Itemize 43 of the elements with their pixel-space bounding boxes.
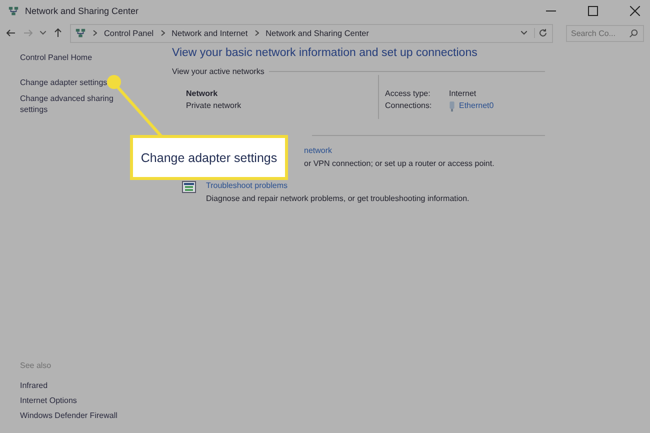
search-icon [629, 28, 638, 38]
see-also-link[interactable]: Windows Defender Firewall [20, 410, 152, 421]
network-icon [8, 6, 19, 16]
task-description: or VPN connection; or set up a router or access point. [304, 158, 494, 170]
caret-icon[interactable] [521, 31, 527, 35]
section-label: View your active networks [172, 67, 264, 76]
access-type-label: Access type: [385, 88, 432, 100]
sidebar-link[interactable]: Change adapter settings [20, 77, 130, 88]
ethernet-plug-icon [449, 100, 455, 112]
search-box[interactable]: Search Co... [566, 24, 644, 42]
task-description: Diagnose and repair network problems, or get troubleshooting information. [206, 193, 470, 205]
connection-link[interactable]: Ethernet0 [459, 100, 494, 112]
chevron-icon [93, 30, 97, 36]
search-field[interactable]: Search Co... [571, 28, 629, 38]
sidebar-link[interactable]: Control Panel Home [20, 52, 130, 63]
see-also-link[interactable]: Internet Options [20, 395, 152, 406]
chevron-icon [254, 30, 259, 36]
window-title: Network and Sharing Center [25, 6, 139, 16]
see-also-link[interactable]: Infrared [20, 380, 152, 391]
see-also-heading: See also [20, 360, 52, 371]
network-name: Network [186, 88, 219, 100]
task-link[interactable]: Troubleshoot problems [206, 179, 470, 192]
maximize-icon[interactable] [588, 6, 598, 16]
troubleshoot-icon [182, 181, 196, 193]
callout-dot [107, 75, 121, 89]
sidebar-link[interactable]: Change advanced sharing settings [20, 93, 130, 115]
up-arrow-icon[interactable] [53, 28, 63, 38]
back-arrow-icon[interactable] [6, 28, 16, 38]
chevron-icon [160, 30, 165, 36]
network-type: Private network [186, 100, 242, 112]
breadcrumb-item[interactable]: Network and Internet [172, 28, 248, 38]
callout-text: Change adapter settings [140, 150, 278, 164]
network-icon [75, 28, 86, 38]
breadcrumb-item[interactable]: Network and Sharing Center [266, 28, 369, 38]
refresh-icon[interactable] [534, 28, 548, 38]
page-heading: View your basic network information and set up connections [172, 47, 478, 59]
caret-icon[interactable] [40, 31, 46, 35]
breadcrumb-item[interactable]: Control Panel [104, 28, 154, 38]
close-icon[interactable] [630, 6, 640, 16]
address-field[interactable]: Control Panel Network and Internet Network and Sharing Center [70, 24, 553, 42]
access-type-value: Internet [449, 88, 478, 100]
connections-label: Connections: [385, 100, 433, 112]
task-link[interactable]: network [304, 144, 494, 157]
